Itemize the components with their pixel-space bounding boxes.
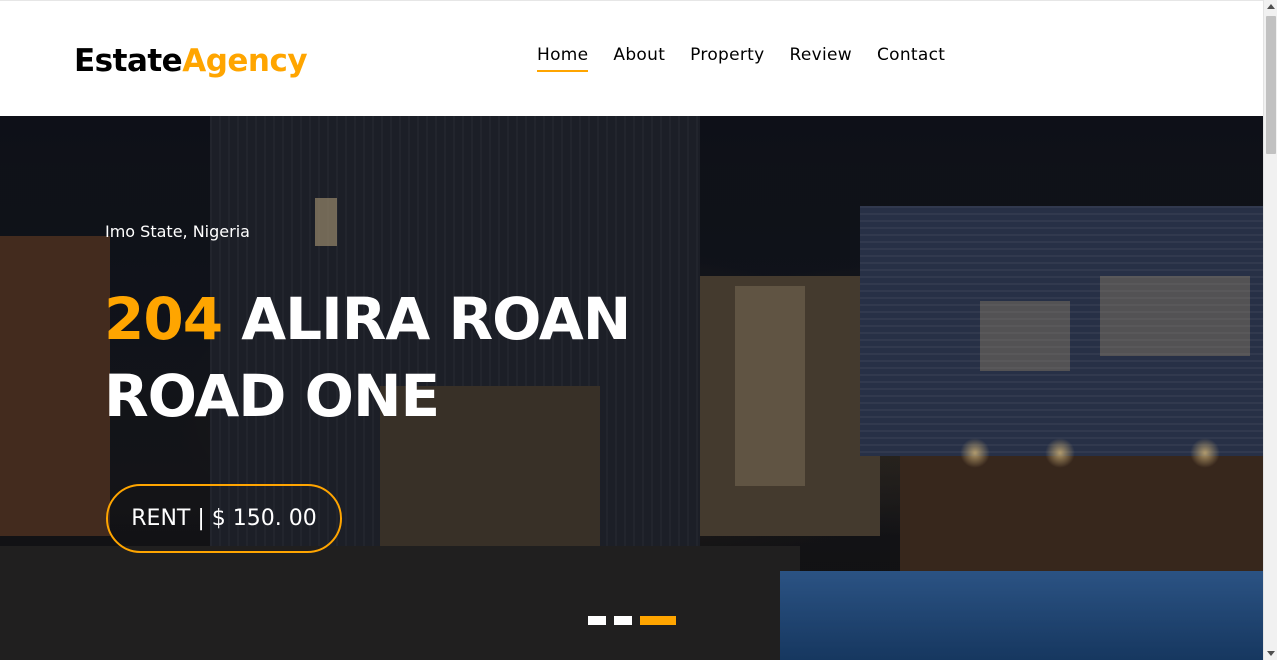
carousel-dot-1[interactable] [588,616,606,625]
nav-review[interactable]: Review [790,43,852,67]
hero-banner: Imo State, Nigeria 204 ALIRA ROAN ROAD O… [0,116,1263,660]
logo-text-estate: Estate [74,43,183,79]
carousel-dot-3[interactable] [640,616,676,625]
logo-text-agency: Agency [182,43,308,79]
site-logo[interactable]: EstateAgency [74,41,308,81]
property-location: Imo State, Nigeria [105,222,250,241]
nav-contact[interactable]: Contact [877,43,945,67]
scrollbar-thumb[interactable] [1266,16,1276,154]
property-number: 204 [104,285,223,353]
nav-home[interactable]: Home [537,43,589,72]
carousel-indicators [588,616,684,625]
nav-property[interactable]: Property [690,43,764,67]
page-scrollbar[interactable] [1263,0,1277,660]
nav-about[interactable]: About [613,43,665,67]
main-nav: Home About Property Review Contact [537,43,970,72]
carousel-dot-2[interactable] [614,616,632,625]
scroll-up-arrow-icon[interactable] [1267,4,1275,9]
property-title: 204 ALIRA ROAN ROAD ONE [104,281,704,435]
rent-price-button[interactable]: RENT | $ 150. 00 [106,484,342,553]
site-header: EstateAgency Home About Property Review … [0,0,1263,116]
scroll-down-arrow-icon[interactable] [1267,651,1275,656]
